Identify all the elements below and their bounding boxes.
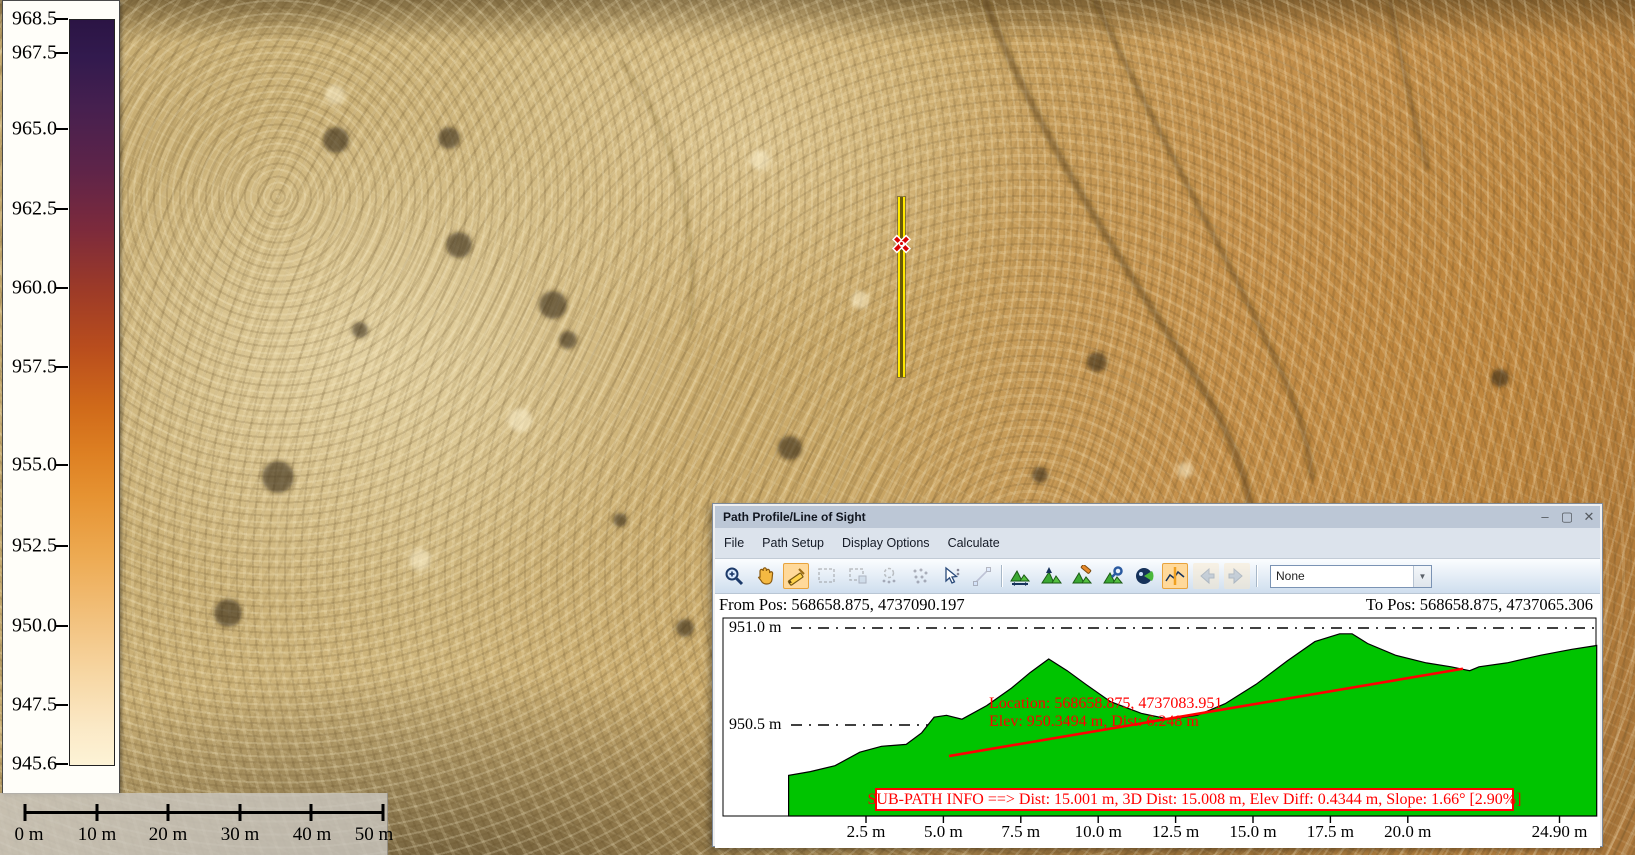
scale-bar-tick — [238, 804, 241, 821]
colorbar-tick-mark — [55, 128, 68, 130]
colorbar-tick-label: 967.5 — [12, 42, 57, 65]
colorbar-tick-mark — [55, 704, 68, 706]
elevation-gradient-bar — [69, 19, 115, 766]
menu-item-file[interactable]: File — [715, 528, 753, 558]
distance-tick-label: 2.5 m — [847, 822, 886, 842]
distance-tick-label: 24.90 m — [1532, 822, 1588, 842]
chevron-down-icon[interactable]: ▼ — [1413, 566, 1431, 587]
select-rect-alt-icon — [845, 563, 871, 589]
colorbar-tick-mark — [55, 18, 68, 20]
view-shed-icon[interactable] — [1131, 563, 1157, 589]
window-title: Path Profile/Line of Sight — [715, 510, 1534, 524]
elevation-legend: 968.5 967.5 965.0 962.5 960.0 957.5 955.0 952.5… — [2, 0, 120, 794]
position-row: From Pos: 568658.875, 4737090.197 To Pos… — [715, 594, 1600, 616]
select-arrow-icon[interactable] — [938, 563, 964, 589]
cursor-track-toggle-icon[interactable] — [1162, 563, 1188, 589]
pan-tool-icon[interactable] — [752, 563, 778, 589]
colorbar-tick-mark — [55, 208, 68, 210]
distance-tick-label: 10.0 m — [1075, 822, 1122, 842]
scale-bar-tick — [382, 804, 385, 821]
colorbar-tick-mark — [55, 464, 68, 466]
colorbar-tick-label: 960.0 — [12, 277, 57, 300]
edit-profile-icon[interactable] — [1069, 563, 1095, 589]
map-scale-bar: 0 m10 m20 m30 m40 m50 m — [0, 793, 388, 855]
scale-bar-label: 40 m — [293, 824, 332, 846]
from-position-label: From Pos: 568658.875, 4737090.197 — [715, 595, 1366, 615]
colorbar-tick-mark — [55, 763, 68, 765]
pick-location-tool-icon[interactable] — [783, 563, 809, 589]
colorbar-tick-label: 947.5 — [12, 694, 57, 717]
cursor-location-annotation: Location: 568658.875, 4737083.951 — [989, 695, 1222, 713]
colorbar-tick-mark — [55, 545, 68, 547]
drainage-channel-lines — [620, 0, 1428, 505]
profile-settings-icon[interactable] — [1100, 563, 1126, 589]
colorbar-tick-label: 945.6 — [12, 753, 57, 776]
distance-tick-label: 20.0 m — [1384, 822, 1431, 842]
menu-bar: FilePath SetupDisplay OptionsCalculate — [715, 528, 1600, 559]
elevation-gridline-label: 950.5 m — [729, 716, 784, 734]
scale-bar-tick — [167, 804, 170, 821]
scale-bar-label: 30 m — [221, 824, 260, 846]
select-line-icon — [969, 563, 995, 589]
menu-item-display-options[interactable]: Display Options — [833, 528, 939, 558]
select-multipoint-icon — [907, 563, 933, 589]
scale-bar-label: 20 m — [149, 824, 188, 846]
colorbar-tick-mark — [55, 287, 68, 289]
prev-subpath-icon — [1193, 563, 1219, 589]
peak-marker-icon[interactable] — [1038, 563, 1064, 589]
profile-chart-canvas — [715, 616, 1602, 848]
dropdown-selected-value: None — [1271, 569, 1413, 583]
next-subpath-icon — [1224, 563, 1250, 589]
marker-center-dot — [900, 242, 903, 245]
select-point-icon — [876, 563, 902, 589]
scale-bar-label: 10 m — [78, 824, 117, 846]
distance-tick-label: 15.0 m — [1229, 822, 1276, 842]
minimize-button[interactable]: – — [1534, 506, 1556, 528]
current-position-marker — [891, 233, 912, 254]
distance-tick-label: 5.0 m — [924, 822, 963, 842]
screen: 968.5 967.5 965.0 962.5 960.0 957.5 955.0 952.5… — [0, 0, 1635, 855]
profile-options-dropdown[interactable]: None▼ — [1270, 565, 1432, 588]
cursor-elevation-annotation: Elev: 950.3494 m, Dist: 6.248 m — [989, 713, 1199, 731]
colorbar-tick-mark — [55, 625, 68, 627]
menu-item-path-setup[interactable]: Path Setup — [753, 528, 833, 558]
colorbar-tick-label: 968.5 — [12, 8, 57, 31]
maximize-button[interactable]: ▢ — [1556, 506, 1578, 528]
scale-bar-tick — [310, 804, 313, 821]
colorbar-tick-label: 965.0 — [12, 118, 57, 141]
toolbar: None▼ — [715, 559, 1600, 594]
distance-tick-label: 17.5 m — [1307, 822, 1354, 842]
distance-tick-label: 7.5 m — [1001, 822, 1040, 842]
to-position-label: To Pos: 568658.875, 4737065.306 — [1366, 595, 1600, 615]
colorbar-tick-mark — [55, 366, 68, 368]
path-profile-icon[interactable] — [1007, 563, 1033, 589]
elevation-gridline-label: 951.0 m — [729, 619, 784, 637]
scale-bar-line — [25, 811, 383, 814]
window-titlebar[interactable]: Path Profile/Line of Sight – ▢ ✕ — [715, 506, 1600, 528]
select-rect-icon — [814, 563, 840, 589]
profile-chart[interactable]: 951.0 m 950.5 m 2.5 m 5.0 m 7.5 m 10.0 m 12.5… — [715, 616, 1600, 848]
path-profile-window: Path Profile/Line of Sight – ▢ ✕ FilePat… — [712, 503, 1603, 847]
colorbar-tick-label: 950.0 — [12, 615, 57, 638]
distance-tick-label: 12.5 m — [1152, 822, 1199, 842]
scale-bar-tick — [95, 804, 98, 821]
colorbar-tick-mark — [55, 52, 68, 54]
toolbar-separator — [1001, 565, 1002, 587]
close-button[interactable]: ✕ — [1578, 506, 1600, 528]
scale-bar-label: 50 m — [355, 824, 394, 846]
scale-bar-tick — [24, 804, 27, 821]
colorbar-tick-label: 955.0 — [12, 454, 57, 477]
toolbar-separator — [1256, 565, 1257, 587]
colorbar-tick-label: 957.5 — [12, 356, 57, 379]
zoom-tool-icon[interactable] — [721, 563, 747, 589]
subpath-info-box: SUB-PATH INFO ==> Dist: 15.001 m, 3D Dis… — [875, 788, 1514, 811]
menu-item-calculate[interactable]: Calculate — [939, 528, 1009, 558]
scale-bar-label: 0 m — [14, 824, 43, 846]
profile-path-line[interactable] — [898, 197, 905, 377]
colorbar-tick-label: 952.5 — [12, 535, 57, 558]
colorbar-tick-label: 962.5 — [12, 198, 57, 221]
